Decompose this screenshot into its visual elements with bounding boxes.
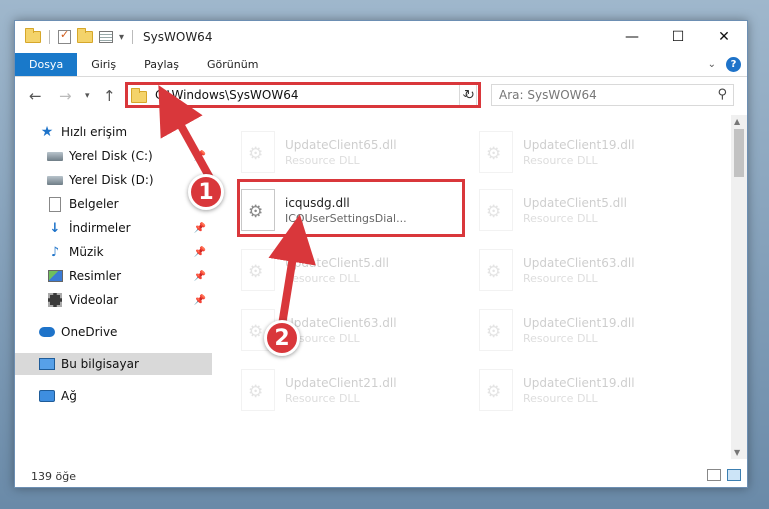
status-bar: 139 öğe	[15, 465, 747, 487]
forward-arrow-icon[interactable]: →	[59, 87, 72, 105]
sidebar-item-videos[interactable]: Videolar 📌	[15, 289, 212, 311]
dll-file-icon	[241, 369, 275, 411]
address-path: C:\Windows\SysWOW64	[155, 88, 299, 102]
file-item[interactable]: UpdateClient19.dllResource DLL	[475, 361, 700, 419]
navigation-pane: ★ Hızlı erişim Yerel Disk (C:) 📌 Yerel D…	[15, 115, 212, 465]
properties-check-icon[interactable]	[58, 28, 71, 44]
scroll-up-icon[interactable]: ▲	[734, 117, 740, 126]
sidebar-item-local-disk-d[interactable]: Yerel Disk (D:)	[15, 169, 212, 191]
window-title: SysWOW64	[143, 30, 213, 44]
dll-file-icon	[241, 189, 275, 231]
dll-file-icon	[479, 369, 513, 411]
pin-icon[interactable]: 📌	[194, 247, 206, 258]
file-item[interactable]: UpdateClient19.dllResource DLL	[475, 123, 700, 181]
tab-gorunum[interactable]: Görünüm	[193, 53, 272, 76]
dll-file-icon	[479, 309, 513, 351]
tab-giris[interactable]: Giriş	[77, 53, 130, 76]
tab-paylas[interactable]: Paylaş	[130, 53, 193, 76]
star-icon: ★	[40, 124, 54, 140]
tiles-view-icon[interactable]	[727, 469, 741, 481]
minimize-button[interactable]: —	[609, 21, 655, 53]
file-item[interactable]: UpdateClient5.dllResource DLL	[475, 181, 700, 239]
maximize-button[interactable]: ☐	[655, 21, 701, 53]
folder-icon	[25, 28, 41, 43]
qat-dropdown-icon[interactable]: ▾	[119, 32, 124, 43]
scroll-down-icon[interactable]: ▼	[734, 448, 740, 457]
pin-icon[interactable]: 📌	[194, 223, 206, 234]
help-icon[interactable]: ?	[726, 57, 741, 72]
search-icon: ⚲	[717, 87, 727, 102]
new-folder-icon[interactable]	[77, 28, 93, 43]
refresh-button[interactable]: ↻	[459, 84, 479, 106]
file-item[interactable]: UpdateClient5.dllResource DLL	[237, 241, 462, 299]
file-item-icqusdg[interactable]: icqusdg.dllICQUserSettingsDial...	[237, 181, 462, 239]
sidebar-item-local-disk-c[interactable]: Yerel Disk (C:) 📌	[15, 145, 212, 167]
ribbon-tabs: Dosya Giriş Paylaş Görünüm ⌄ ?	[15, 53, 747, 77]
explorer-window: ▾ SysWOW64 — ☐ ✕ Dosya Giriş Paylaş Görü…	[14, 20, 748, 488]
dll-file-icon	[241, 249, 275, 291]
expand-ribbon-icon[interactable]: ⌄	[708, 59, 716, 70]
disk-icon	[47, 175, 63, 185]
search-placeholder: Ara: SysWOW64	[499, 88, 597, 102]
folder-icon	[131, 87, 147, 103]
file-item[interactable]: UpdateClient65.dllResource DLL	[237, 123, 462, 181]
sidebar-item-quick-access[interactable]: ★ Hızlı erişim	[15, 121, 212, 143]
pictures-icon	[47, 270, 63, 282]
sidebar-item-onedrive[interactable]: OneDrive	[15, 321, 212, 343]
up-arrow-icon[interactable]: ↑	[103, 87, 116, 105]
disk-icon	[47, 151, 63, 161]
sidebar-item-pictures[interactable]: Resimler 📌	[15, 265, 212, 287]
step-1-badge: 1	[188, 174, 224, 210]
search-input[interactable]: Ara: SysWOW64 ⚲	[491, 84, 734, 106]
address-bar[interactable]: C:\Windows\SysWOW64 ⌄	[125, 84, 477, 106]
file-item[interactable]: UpdateClient21.dllResource DLL	[237, 361, 462, 419]
item-count: 139 öğe	[31, 469, 76, 483]
document-icon	[49, 196, 61, 212]
pin-icon[interactable]: 📌	[194, 151, 206, 162]
address-row: ← → ▾ ↑ C:\Windows\SysWOW64 ⌄ ↻ Ara: Sys…	[15, 81, 747, 111]
dll-file-icon	[479, 189, 513, 231]
sidebar-item-music[interactable]: ♪ Müzik 📌	[15, 241, 212, 263]
sidebar-item-this-pc[interactable]: Bu bilgisayar	[15, 353, 212, 375]
music-icon: ♪	[50, 244, 60, 260]
download-icon: ↓	[49, 220, 61, 236]
sidebar-item-downloads[interactable]: ↓ İndirmeler 📌	[15, 217, 212, 239]
quick-access-toolbar: ▾	[25, 28, 135, 44]
customize-icon[interactable]	[99, 31, 113, 43]
cloud-icon	[39, 327, 55, 337]
pin-icon[interactable]: 📌	[194, 295, 206, 306]
pin-icon[interactable]: 📌	[194, 271, 206, 282]
title-bar: ▾ SysWOW64 — ☐ ✕	[15, 21, 747, 53]
details-view-icon[interactable]	[707, 469, 721, 481]
close-button[interactable]: ✕	[701, 21, 747, 53]
back-arrow-icon[interactable]: ←	[29, 87, 42, 105]
dll-file-icon	[479, 131, 513, 173]
file-list: UpdateClient65.dllResource DLL UpdateCli…	[215, 115, 729, 459]
sidebar-item-network[interactable]: Ağ	[15, 385, 212, 407]
tab-dosya[interactable]: Dosya	[15, 53, 78, 76]
dll-file-icon	[479, 249, 513, 291]
scrollbar-thumb[interactable]	[734, 129, 744, 177]
computer-icon	[39, 358, 55, 370]
step-2-badge: 2	[264, 320, 300, 356]
file-item[interactable]: UpdateClient63.dllResource DLL	[475, 241, 700, 299]
vertical-scrollbar[interactable]: ▲ ▼	[731, 115, 747, 459]
dll-file-icon	[241, 131, 275, 173]
video-icon	[48, 293, 62, 307]
file-item[interactable]: UpdateClient19.dllResource DLL	[475, 301, 700, 359]
sidebar-item-documents[interactable]: Belgeler	[15, 193, 212, 215]
network-icon	[39, 390, 55, 402]
recent-dropdown-icon[interactable]: ▾	[85, 91, 90, 101]
